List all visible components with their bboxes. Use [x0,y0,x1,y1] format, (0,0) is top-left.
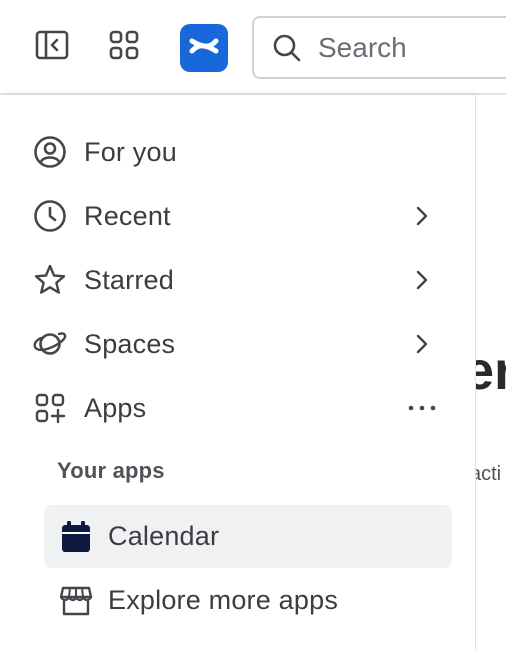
clock-icon [32,198,68,234]
sidebar-item-label: For you [84,136,177,167]
apps-add-icon [32,390,68,426]
confluence-logo-icon [189,31,219,66]
sidebar-toggle-button[interactable] [28,23,76,71]
sidebar-item-label: Recent [84,200,171,231]
sidebar: For you Recent Starred Spaces Apps Your … [0,95,476,650]
search-input[interactable] [318,31,478,64]
sidebar-item-for-you[interactable]: For you [20,122,452,182]
confluence-logo-button[interactable] [180,24,228,72]
more-horizontal-icon[interactable] [402,388,442,428]
page-heading-fragment: er [476,341,506,401]
storefront-icon [58,583,94,619]
top-navigation-bar [0,0,506,95]
sidebar-item-apps[interactable]: Apps [20,378,452,438]
sidebar-item-label: Starred [84,264,174,295]
calendar-icon [58,519,94,555]
chevron-right-icon[interactable] [402,260,442,300]
app-item-label: Calendar [108,521,220,551]
sidebar-item-starred[interactable]: Starred [20,250,452,310]
user-circle-icon [32,134,68,170]
chevron-right-icon[interactable] [402,196,442,236]
chevron-right-icon[interactable] [402,324,442,364]
confluence-page: For you Recent Starred [0,0,506,650]
star-icon [32,262,68,298]
app-item-explore-more-apps[interactable]: Explore more apps [44,569,452,632]
app-switcher-button[interactable] [100,23,148,71]
sidebar-item-recent[interactable]: Recent [20,186,452,246]
app-item-label: Explore more apps [108,585,339,615]
page-text-fragment: acti [476,463,502,485]
search-box[interactable] [252,16,506,79]
sidebar-item-label: Apps [84,392,147,423]
your-apps-heading: Your apps [57,458,165,483]
sidebar-item-spaces[interactable]: Spaces [20,314,452,374]
sidebar-collapse-icon [35,30,69,65]
planet-icon [32,326,68,362]
search-icon [272,33,302,63]
app-grid-icon [108,29,140,66]
sidebar-item-label: Spaces [84,328,176,359]
app-item-calendar[interactable]: Calendar [44,505,452,568]
main-content-peek: er acti [476,95,506,650]
